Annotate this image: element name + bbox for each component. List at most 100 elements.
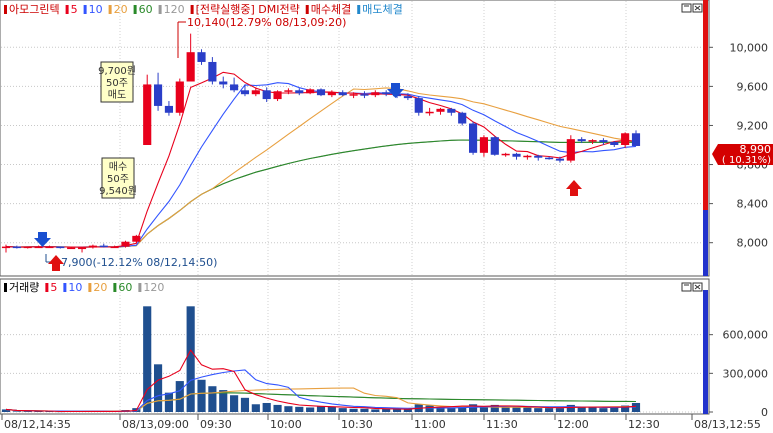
- candle-body: [545, 157, 554, 160]
- maximize-icon[interactable]: [681, 282, 692, 292]
- buy-box-price: 9,540원: [99, 185, 137, 197]
- time-tick-label: 11:00: [414, 418, 446, 431]
- candle-body: [425, 111, 434, 114]
- candle-body: [534, 155, 543, 158]
- volume-bar: [316, 406, 326, 412]
- maximize-icon[interactable]: [681, 3, 692, 13]
- volume-bar: [164, 392, 174, 412]
- candle-body: [327, 92, 336, 96]
- candle-body: [468, 123, 478, 153]
- time-tick-label: 12:00: [557, 418, 589, 431]
- volume-bar: [610, 407, 619, 412]
- legend-item[interactable]: 매도체결: [362, 3, 402, 16]
- candle-body: [490, 137, 499, 155]
- candle-body: [88, 245, 97, 248]
- legend-item[interactable]: 10: [89, 3, 103, 16]
- legend-swatch: [133, 5, 137, 14]
- legend-swatch: [83, 5, 87, 14]
- legend-swatch: [113, 283, 117, 292]
- volume-bar: [153, 364, 163, 412]
- candle-body: [382, 92, 391, 95]
- candle-body: [67, 247, 76, 250]
- volume-bar: [545, 408, 554, 412]
- candle-body: [197, 52, 206, 62]
- candle-body: [479, 137, 489, 153]
- legend-item[interactable]: 10: [68, 281, 82, 294]
- time-tick-label: 10:00: [270, 418, 302, 431]
- candle-body: [153, 84, 163, 106]
- volume-bar: [468, 404, 478, 412]
- legend-item[interactable]: 거래량: [9, 281, 39, 294]
- volume-bar: [392, 409, 402, 412]
- candle-body: [458, 112, 467, 124]
- volume-bar: [273, 404, 282, 412]
- legend-swatch: [138, 283, 142, 292]
- candle-body: [436, 108, 445, 112]
- volume-panel-frame: [0, 278, 710, 415]
- legend-item[interactable]: 5: [50, 281, 57, 294]
- price-tick-label: 8,000: [737, 237, 769, 250]
- candle-body: [501, 153, 510, 156]
- legend-swatch: [108, 5, 112, 14]
- candle-body: [164, 105, 174, 113]
- candle-body: [240, 90, 250, 95]
- volume-bar: [599, 408, 608, 412]
- volume-bar: [230, 395, 239, 412]
- candle-body: [414, 98, 423, 113]
- price-tick-label: 9,600: [737, 80, 769, 93]
- candle-body: [621, 133, 630, 145]
- candle-body: [349, 94, 358, 96]
- legend-swatch: [4, 5, 7, 14]
- time-tick-label: 08/13,12:55: [694, 418, 761, 431]
- candle-body: [143, 84, 152, 145]
- time-tick-label: 10:30: [341, 418, 373, 431]
- legend-item[interactable]: 매수체결: [311, 3, 351, 16]
- volume-bar: [555, 408, 565, 412]
- candle-body: [77, 247, 87, 250]
- legend-item[interactable]: 아모그린텍: [9, 3, 60, 16]
- legend-item[interactable]: 5: [71, 3, 78, 16]
- volume-bar: [295, 406, 304, 412]
- candle-body: [34, 246, 43, 249]
- price-scroll-thumb[interactable]: [703, 210, 708, 276]
- high-label: 10,140(12.79% 08/13,09:20): [187, 16, 346, 29]
- legend-item[interactable]: 20: [93, 281, 107, 294]
- candle-body: [99, 245, 108, 248]
- price-tick-label: 8,400: [737, 198, 769, 211]
- candle-body: [338, 92, 347, 96]
- time-tick-label: 11:30: [486, 418, 518, 431]
- legend-item[interactable]: 120: [143, 281, 164, 294]
- candle-body: [56, 246, 65, 249]
- volume-bar: [251, 404, 260, 412]
- candle-body: [371, 92, 380, 96]
- sell-box-price: 9,700원: [98, 65, 136, 77]
- low-label: 7,900(-12.12% 08/12,14:50): [61, 256, 217, 269]
- candle-body: [360, 94, 369, 96]
- volume-scroll-strip[interactable]: [703, 290, 708, 414]
- volume-tick-label: 600,000: [723, 329, 769, 342]
- legend-item[interactable]: 60: [139, 3, 153, 16]
- candle-body: [273, 91, 282, 100]
- candle-body: [284, 90, 293, 92]
- legend-item[interactable]: 120: [164, 3, 185, 16]
- candle-body: [186, 52, 195, 82]
- candle-body: [610, 142, 619, 145]
- current-change: ( 10.31%): [722, 155, 771, 166]
- legend-item[interactable]: 60: [118, 281, 132, 294]
- candle-body: [523, 155, 532, 158]
- candle-body: [110, 246, 119, 249]
- volume-bar: [349, 408, 358, 412]
- price-tick-label: 10,000: [730, 41, 769, 54]
- legend-swatch: [4, 283, 7, 292]
- volume-bar: [360, 408, 369, 412]
- legend-item[interactable]: 20: [114, 3, 128, 16]
- time-axis: 08/12,14:35 08/13,09:00 09:30 10:00 10:30 11:…: [1, 414, 761, 431]
- volume-bar: [197, 379, 206, 412]
- volume-bar: [284, 406, 293, 412]
- volume-bar: [327, 406, 336, 412]
- volume-bar: [588, 407, 597, 412]
- volume-bar: [34, 411, 43, 412]
- volume-bar: [208, 386, 217, 412]
- legend-item[interactable]: [전략실행중] DMI전략: [196, 3, 300, 16]
- time-tick-label: 08/12,14:35: [4, 418, 71, 431]
